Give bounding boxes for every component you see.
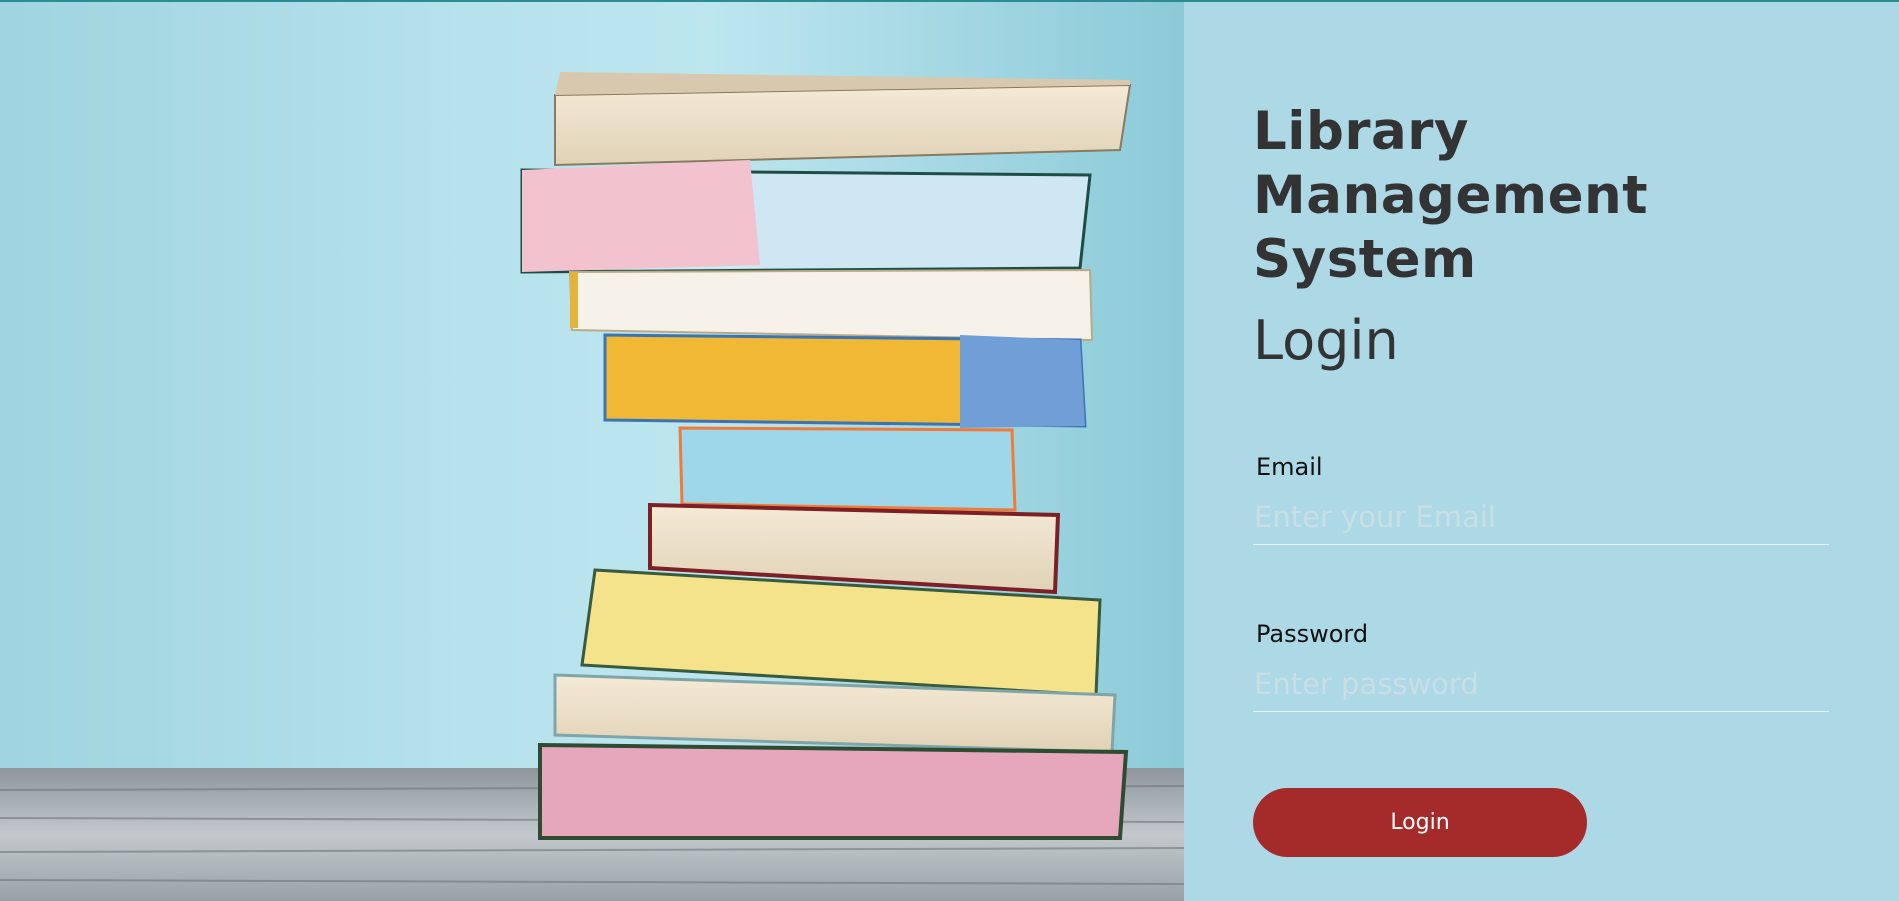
email-label: Email — [1256, 453, 1323, 481]
book-stack-illustration — [0, 72, 1184, 901]
email-field-group: Email — [1253, 453, 1829, 545]
book-2 — [520, 160, 1092, 274]
password-input[interactable] — [1253, 656, 1829, 712]
password-label: Password — [1256, 620, 1369, 648]
login-panel: Library Management System Login Email Pa… — [1184, 0, 1899, 901]
book-9 — [538, 742, 1129, 840]
app-title: Library Management System — [1253, 101, 1649, 290]
hero-image — [0, 0, 1184, 901]
email-input[interactable] — [1253, 489, 1829, 545]
top-border — [0, 0, 1899, 2]
login-heading: Login — [1253, 309, 1399, 372]
book-1 — [554, 72, 1132, 167]
book-3 — [568, 268, 1094, 342]
book-4 — [603, 333, 1087, 428]
login-button[interactable]: Login — [1253, 788, 1587, 857]
book-5 — [678, 426, 1017, 512]
password-field-group: Password — [1253, 620, 1829, 712]
